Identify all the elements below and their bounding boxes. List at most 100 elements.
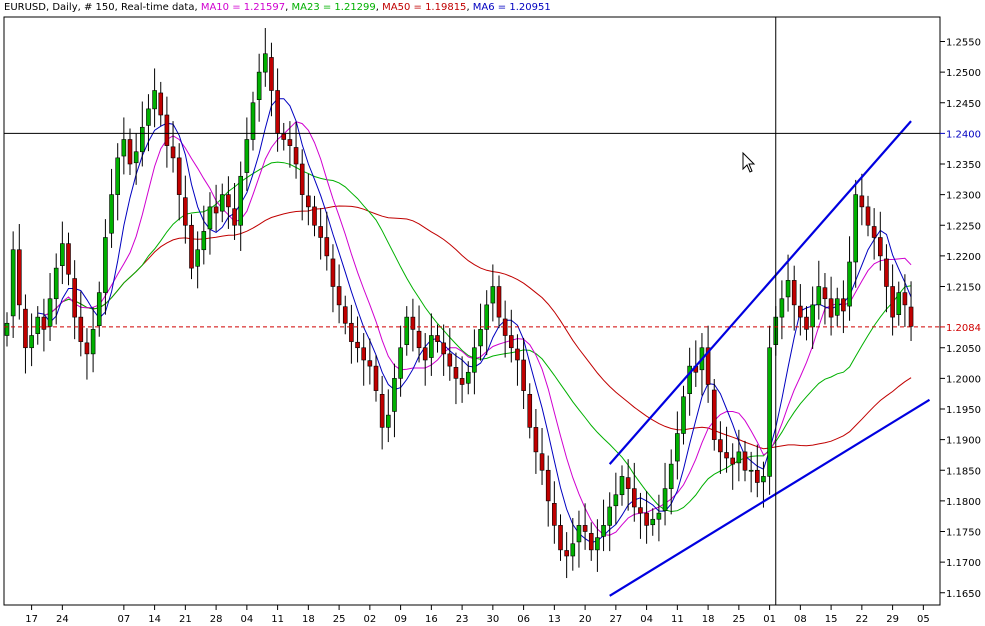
header-count: # 150 <box>84 2 115 13</box>
candle-body <box>60 243 65 266</box>
candle-body <box>508 335 514 349</box>
candle-body <box>570 543 576 557</box>
candle-body <box>884 258 889 287</box>
x-tick-label: 06 <box>517 614 530 625</box>
candle-body <box>515 348 520 361</box>
candle-body <box>318 226 323 238</box>
x-tick-label: 17 <box>25 614 38 625</box>
candle-body <box>330 258 336 287</box>
candle-body <box>170 146 176 159</box>
crosshair-price-label: 1.2400 <box>946 129 981 140</box>
x-tick-label: 15 <box>825 614 838 625</box>
candle-body <box>742 451 748 471</box>
y-tick-label: 1.2300 <box>946 191 981 202</box>
x-tick-label: 25 <box>732 614 745 625</box>
x-tick-label: 02 <box>363 614 376 625</box>
candle-body <box>576 525 582 543</box>
candle-body <box>281 133 287 140</box>
candle-body <box>724 452 729 459</box>
candle-body <box>582 525 588 532</box>
candle-body <box>422 347 428 361</box>
x-tick-label: 30 <box>486 614 499 625</box>
candle-body <box>96 292 102 327</box>
candle-body <box>158 92 164 116</box>
candle-body <box>398 347 403 379</box>
candle-body <box>53 267 59 300</box>
candle-body <box>367 360 373 367</box>
x-tick-label: 18 <box>302 614 315 625</box>
y-tick-label: 1.1700 <box>946 558 981 569</box>
candle-body <box>287 139 293 146</box>
candle-body <box>262 53 268 73</box>
candle-body <box>533 427 539 453</box>
x-tick-label: 23 <box>456 614 469 625</box>
candle-body <box>299 163 305 195</box>
candle-body <box>238 175 243 226</box>
y-tick-label: 1.1750 <box>946 528 981 539</box>
candle-body <box>675 433 680 462</box>
x-tick-label: 27 <box>609 614 622 625</box>
candle-body <box>275 90 280 134</box>
candle-body <box>761 476 766 483</box>
candle-body <box>404 316 410 345</box>
candle-body <box>121 139 127 157</box>
candle-body <box>847 261 852 307</box>
y-tick-label: 1.2150 <box>946 283 981 294</box>
candle-body <box>195 249 200 267</box>
candle-body <box>754 469 760 483</box>
candle-body <box>681 396 686 434</box>
candle-body <box>392 378 397 412</box>
candle-body <box>453 367 459 379</box>
candle-body <box>140 126 145 153</box>
y-tick-label: 1.2550 <box>946 38 981 49</box>
x-axis: 17 24 07 14 21 28 04 11 18 25 02 09 16 23 30 06 13 20 27 04… <box>25 605 930 625</box>
candle-body <box>595 537 600 551</box>
x-tick-label: 07 <box>117 614 130 625</box>
x-tick-label: 04 <box>240 614 253 625</box>
y-tick-label: 1.1900 <box>946 436 981 447</box>
candle-body <box>127 139 133 165</box>
x-tick-label: 21 <box>179 614 192 625</box>
candle-body <box>78 316 84 342</box>
candle-body <box>429 335 434 358</box>
x-tick-label: 28 <box>210 614 223 625</box>
candle-body <box>810 304 815 328</box>
price-chart[interactable]: 1.2550 1.2500 1.2450 1.2350 1.2300 1.2250 1.22… <box>0 0 985 626</box>
candle-body <box>244 139 250 173</box>
candle-body <box>379 393 385 428</box>
x-tick-label: 01 <box>763 614 776 625</box>
candle-body <box>865 206 871 226</box>
x-tick-label: 29 <box>886 614 899 625</box>
candle-body <box>588 533 594 551</box>
x-tick-label: 11 <box>671 614 684 625</box>
candle-body <box>183 197 188 226</box>
y-tick-label: 1.1850 <box>946 466 981 477</box>
header-period: Daily <box>52 2 77 13</box>
candle-body <box>16 249 22 306</box>
candle-body <box>490 286 496 304</box>
candle-body <box>219 194 225 212</box>
candle-body <box>47 298 53 327</box>
y-tick-label: 1.1650 <box>946 589 981 600</box>
x-tick-label: 04 <box>640 614 653 625</box>
candle-body <box>355 341 360 349</box>
candle-body <box>152 90 157 110</box>
x-tick-label: 13 <box>548 614 561 625</box>
candle-body <box>859 195 865 208</box>
header-ma6: MA6 = 1.20951 <box>473 2 551 13</box>
candle-body <box>619 476 625 496</box>
candle-body <box>164 114 170 146</box>
candle-body <box>871 226 877 238</box>
candle-body <box>668 463 674 489</box>
candle-body <box>441 342 446 355</box>
chart-header: EURUSD, Daily, # 150, Real-time data, MA… <box>4 2 551 13</box>
y-tick-label: 1.2500 <box>946 68 981 79</box>
candle-body <box>373 365 379 391</box>
candle-body <box>521 359 526 391</box>
y-tick-label: 1.2350 <box>946 160 981 171</box>
candle-body <box>902 292 908 306</box>
last-price-label: 1.2084 <box>946 323 981 334</box>
candle-body <box>146 108 151 126</box>
candle-body <box>293 147 299 165</box>
candle-body <box>269 57 274 91</box>
